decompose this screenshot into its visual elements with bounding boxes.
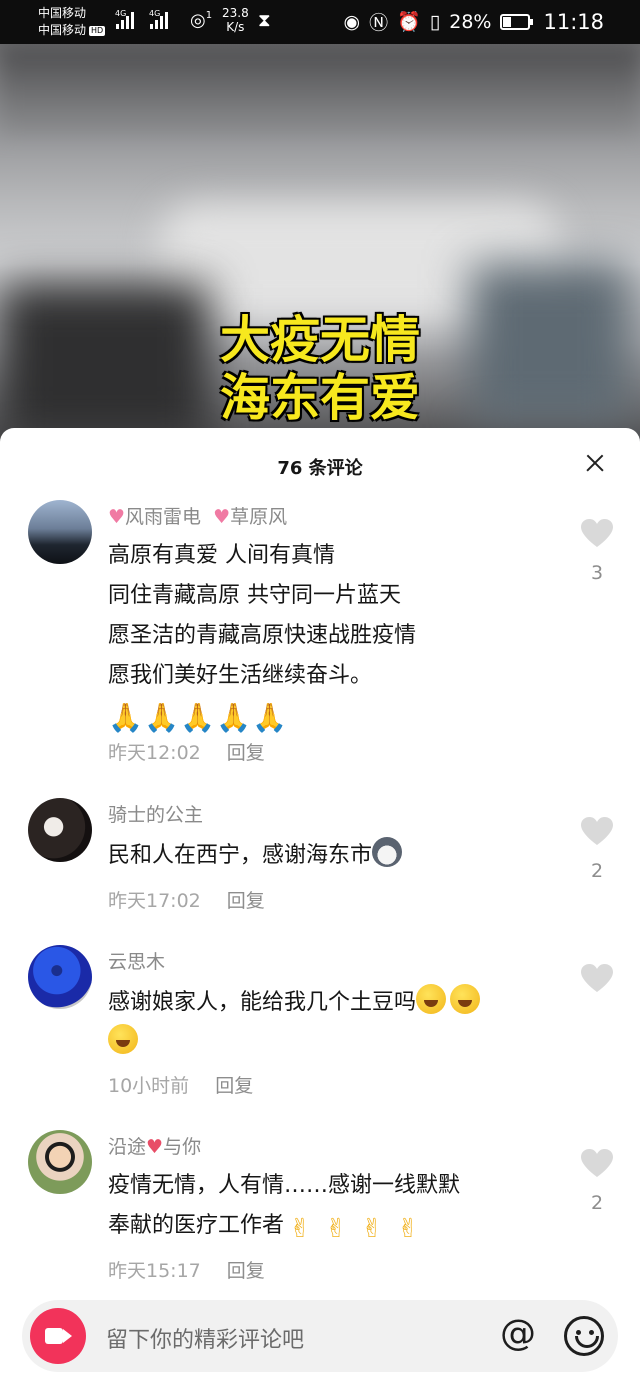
carrier-2: 中国移动: [38, 23, 87, 37]
like-heart-icon[interactable]: [580, 816, 614, 846]
comment-meta: 10小时前 回复: [108, 1071, 253, 1098]
comment-time: 10小时前: [108, 1075, 190, 1097]
like-button[interactable]: 2: [580, 816, 614, 882]
pray-emoji-row: 🙏🙏🙏🙏🙏: [108, 696, 416, 736]
comment-input[interactable]: 留下你的精彩评论吧: [106, 1322, 304, 1354]
like-count: 3: [590, 562, 604, 584]
carrier-1: 中国移动: [38, 6, 87, 20]
like-button[interactable]: 3: [580, 518, 614, 584]
nfc-icon: Ⓝ: [369, 12, 389, 34]
eye-icon: ◉: [343, 10, 361, 33]
comment-author[interactable]: 骑士的公主: [108, 800, 203, 827]
reply-button[interactable]: 回复: [227, 742, 265, 764]
crossed-fingers-emoji-icon: ✌: [289, 1214, 311, 1244]
video-background[interactable]: 大疫无情 海东有爱: [0, 44, 640, 444]
heart-icon: ♥: [213, 506, 231, 528]
comments-header: 76 条评论: [0, 428, 640, 500]
reply-button[interactable]: 回复: [227, 1260, 265, 1282]
comments-count-title: 76 条评论: [277, 458, 363, 479]
comment-text: 民和人在西宁，感谢海东市: [108, 836, 406, 876]
pray-emoji-icon: 🙏: [180, 701, 215, 734]
like-heart-icon[interactable]: [580, 963, 614, 993]
laughing-tears-emoji-icon: [108, 1024, 138, 1054]
laughing-tears-emoji-icon: [450, 984, 481, 1014]
vibrate-icon: ▯: [429, 10, 441, 33]
comment-time: 昨天15:17: [108, 1260, 201, 1282]
pray-emoji-icon: 🙏: [108, 701, 143, 734]
avatar[interactable]: [28, 798, 92, 862]
signal-bars-icon: 4G: [149, 9, 168, 29]
pray-emoji-icon: 🙏: [216, 701, 251, 734]
clock: 11:18: [543, 9, 604, 34]
comment-text: 高原有真爱 人间有真情 同住青藏高原 共守同一片蓝天 愿圣洁的青藏高原快速战胜疫…: [108, 543, 417, 736]
comments-sheet: 76 条评论 ♥风雨雷电 ♥草原风 高原有真爱 人间有真情 同住青藏高原 共守同…: [0, 428, 640, 1385]
signal-bars-icon: 4G: [115, 9, 134, 29]
comment-author[interactable]: 沿途♥与你: [108, 1132, 201, 1159]
heart-icon: ♥: [108, 506, 126, 528]
like-heart-icon[interactable]: [580, 518, 614, 548]
crossed-fingers-emoji-icon: ✌: [361, 1214, 383, 1244]
comment-text: 感谢娘家人，能给我几个土豆吗: [108, 983, 484, 1063]
crossed-fingers-emoji-icon: ✌: [325, 1214, 347, 1244]
status-bar: 中国移动 中国移动 HD 4G 4G ◎1 23.8 K/s ⧗ ◉ Ⓝ ⏰ ▯ …: [0, 0, 640, 44]
reply-button[interactable]: 回复: [215, 1075, 253, 1097]
comment-text: 疫情无情，人有情……感谢一线默默 奉献的医疗工作者 ✌ ✌ ✌ ✌: [108, 1173, 461, 1244]
heart-icon: ♥: [146, 1136, 164, 1158]
like-heart-icon[interactable]: [580, 1148, 614, 1178]
pray-emoji-icon: 🙏: [144, 701, 179, 734]
like-button[interactable]: [580, 963, 614, 997]
alarm-icon: ⏰: [397, 11, 421, 33]
crossed-fingers-emoji-icon: ✌: [397, 1214, 419, 1244]
reply-button[interactable]: 回复: [227, 890, 265, 912]
comment-meta: 昨天17:02 回复: [108, 886, 265, 913]
battery-icon: [500, 13, 534, 30]
comment-author[interactable]: 云思木: [108, 947, 165, 974]
comment-time: 昨天17:02: [108, 890, 201, 912]
laughing-tears-emoji-icon: [416, 984, 447, 1014]
carrier-info: 中国移动 中国移动 HD: [38, 5, 106, 39]
battery-percent: 28%: [449, 10, 492, 33]
network-speed: 23.8 K/s: [222, 6, 249, 34]
signal-icons: 4G 4G: [115, 9, 168, 29]
camera-icon[interactable]: [30, 1308, 86, 1364]
avatar[interactable]: [28, 500, 92, 564]
like-count: 2: [590, 860, 604, 882]
like-count: 2: [590, 1192, 604, 1214]
mention-at-icon[interactable]: @: [500, 1314, 536, 1354]
emoji-smile-icon[interactable]: [564, 1316, 604, 1356]
hd-badge: HD: [89, 26, 106, 36]
dog-emoji-icon: [372, 837, 403, 867]
comment-input-bar: 留下你的精彩评论吧 @: [22, 1300, 618, 1372]
hourglass-icon: ⧗: [258, 10, 271, 31]
video-title-line1: 大疫无情: [220, 311, 420, 369]
avatar[interactable]: [28, 1130, 92, 1194]
avatar[interactable]: [28, 945, 92, 1009]
hotspot-icon: ◎1: [190, 10, 213, 31]
close-button[interactable]: [580, 448, 610, 478]
video-title-line2: 海东有爱: [220, 369, 420, 427]
like-button[interactable]: 2: [580, 1148, 614, 1214]
comment-meta: 昨天12:02 回复: [108, 738, 265, 765]
status-right: ◉ Ⓝ ⏰ ▯ 28% 11:18: [343, 8, 604, 35]
comment-author[interactable]: ♥风雨雷电 ♥草原风: [108, 502, 287, 529]
pray-emoji-icon: 🙏: [252, 701, 287, 734]
comment-time: 昨天12:02: [108, 742, 201, 764]
comment-meta: 昨天15:17 回复: [108, 1256, 265, 1283]
